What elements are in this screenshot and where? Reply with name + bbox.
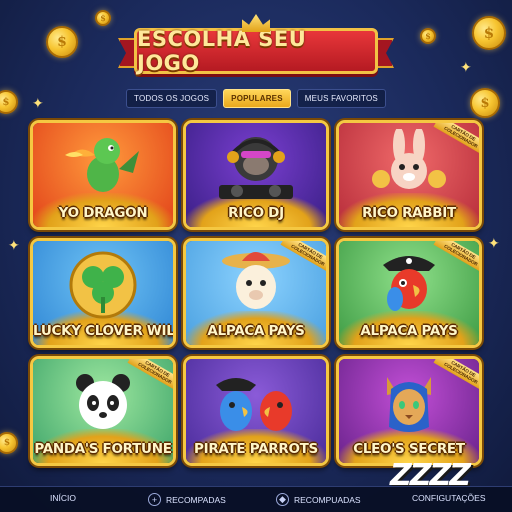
sparkle-icon: ✦ (460, 60, 472, 76)
nav-recompadas[interactable]: + RECOMPADAS (148, 493, 226, 506)
game-title: ALPACA PAYS (360, 323, 458, 339)
game-card[interactable]: CARTÃO DE COLECIONADOR ALPACA PAYS (336, 238, 482, 348)
filter-tabs: TODOS OS JOGOS POPULARES MEUS FAVORITOS (0, 89, 512, 108)
game-title: YO DRAGON (58, 205, 148, 221)
game-card[interactable]: CARTÃO DE COLECIONADOR CLEO'S SECRET (336, 356, 482, 466)
game-title: PIRATE PARROTS (194, 441, 318, 457)
gorilla-dj-icon (211, 129, 301, 207)
game-card[interactable]: CARTÃO DE COLECIONADOR PANDA'S FORTUNE (30, 356, 176, 466)
nav-label-recompuadas: RECOMPUADAS (294, 494, 361, 505)
sparkle-icon: ✦ (488, 236, 500, 252)
parrots-icon (206, 365, 306, 447)
nav-label-home: INÍCIO (50, 493, 76, 503)
game-card[interactable]: CARTÃO DE COLECIONADOR RICO RABBIT (336, 120, 482, 230)
game-grid: YO DRAGON RICO DJ CARTÃO DE COLECIONADOR RI… (30, 120, 482, 466)
game-card[interactable]: LUCKY CLOVER WILD (30, 238, 176, 348)
game-card[interactable]: RICO DJ (183, 120, 329, 230)
nav-recompuadas[interactable]: ◆ RECOMPUADAS (276, 493, 361, 506)
nav-settings[interactable]: CONFIGUTAÇÕES (412, 493, 486, 503)
page-title: ESCOLHA SEU JOGO (137, 27, 307, 75)
coin-decoration-icon: $ (95, 10, 111, 26)
coin-decoration-icon: $ (420, 28, 436, 44)
sparkle-icon: ✦ (8, 238, 20, 254)
gift-icon: ◆ (276, 493, 289, 506)
game-title: PANDA'S FORTUNE (34, 441, 172, 457)
bottom-navigation: INÍCIO + RECOMPADAS ◆ RECOMPUADAS CONFIG… (0, 486, 512, 512)
dragon-icon (63, 129, 143, 203)
tab-popular[interactable]: POPULARES (223, 89, 291, 108)
tab-favorites[interactable]: MEUS FAVORITOS (296, 89, 386, 108)
rabbit-icon (369, 127, 449, 209)
game-card[interactable]: YO DRAGON (30, 120, 176, 230)
nav-label-settings: CONFIGUTAÇÕES (412, 493, 486, 503)
game-title: ALPACA PAYS (207, 323, 305, 339)
game-card[interactable]: CARTÃO DE COLECIONADOR ALPACA PAYS (183, 238, 329, 348)
coin-decoration-icon: $ (472, 16, 506, 50)
title-banner: ESCOLHA SEU JOGO (118, 14, 394, 76)
coin-decoration-icon: $ (46, 26, 78, 58)
banner-plate: ESCOLHA SEU JOGO (134, 27, 378, 75)
panda-icon (63, 365, 143, 447)
crown-icon (242, 14, 270, 32)
coin-decoration-icon: $ (0, 432, 18, 454)
pirate-parrot-icon (369, 247, 449, 329)
alpaca-icon (216, 247, 296, 329)
game-title: LUCKY CLOVER WILD (33, 323, 176, 339)
sphinx-cat-icon (369, 365, 449, 449)
nav-home[interactable]: INÍCIO (50, 493, 76, 503)
clover-icon (63, 247, 143, 327)
nav-label-recompadas: RECOMPADAS (166, 494, 226, 505)
plus-circle-icon: + (148, 493, 161, 506)
tab-all-games[interactable]: TODOS OS JOGOS (126, 89, 218, 108)
game-title: RICO DJ (228, 205, 284, 221)
game-card[interactable]: PIRATE PARROTS (183, 356, 329, 466)
game-title: CLEO'S SECRET (353, 441, 465, 457)
game-title: RICO RABBIT (362, 205, 456, 221)
